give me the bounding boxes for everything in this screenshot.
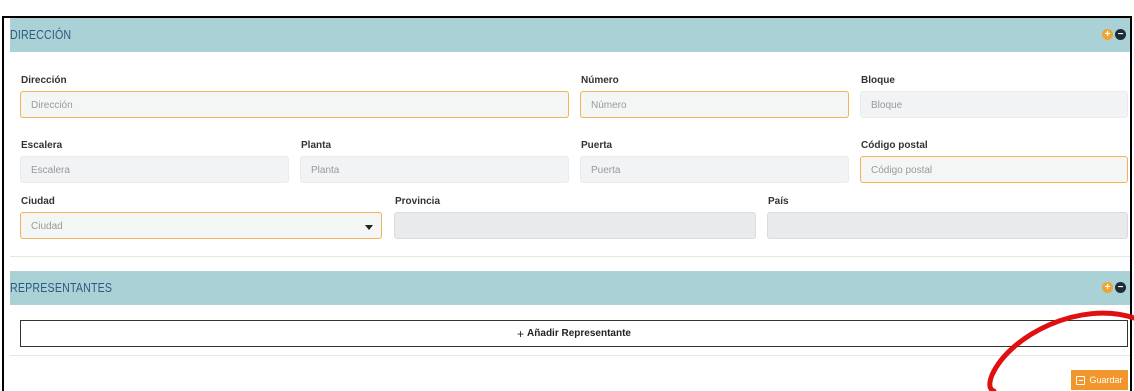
provincia-label: Provincia [395,196,441,207]
direccion-label: Dirección [21,75,67,86]
representantes-panel-controls: + − [1102,282,1126,293]
codigo-postal-input[interactable]: Código postal [860,156,1128,183]
ciudad-label: Ciudad [21,196,55,207]
collapse-icon[interactable]: − [1115,282,1126,293]
numero-input[interactable]: Número [580,91,849,118]
expand-icon[interactable]: + [1102,282,1113,293]
section-divider [10,256,1130,257]
escalera-label: Escalera [21,140,63,151]
representantes-panel-header: REPRESENTANTES + − [10,271,1130,305]
expand-icon[interactable]: + [1102,29,1113,40]
section-divider [10,355,1130,356]
escalera-input[interactable]: Escalera [20,156,289,183]
direccion-panel-controls: + − [1102,29,1126,40]
direccion-input[interactable]: Dirección [20,91,569,118]
provincia-input [394,212,756,239]
puerta-input[interactable]: Puerta [580,156,849,183]
bloque-input[interactable]: Bloque [860,91,1128,118]
bloque-label: Bloque [861,75,895,86]
direccion-panel-header: DIRECCIÓN + − [10,18,1130,52]
ciudad-select-value: Ciudad [31,221,63,232]
plus-icon: + [517,326,525,341]
save-button[interactable]: Guardar [1071,370,1128,390]
add-representante-label: Añadir Representante [527,328,631,339]
ciudad-select[interactable]: Ciudad [20,212,382,239]
add-representante-button[interactable]: + Añadir Representante [20,320,1128,347]
save-button-label: Guardar [1089,375,1123,385]
direccion-panel-title: DIRECCIÓN [10,27,72,42]
codigo-postal-label: Código postal [861,140,928,151]
numero-label: Número [581,75,619,86]
representantes-panel-title: REPRESENTANTES [10,280,113,295]
planta-input[interactable]: Planta [300,156,569,183]
puerta-label: Puerta [581,140,613,151]
collapse-icon[interactable]: − [1115,29,1126,40]
pais-label: País [768,196,789,207]
pais-input [767,212,1128,239]
save-icon [1076,375,1086,385]
caret-down-icon [365,225,373,230]
planta-label: Planta [301,140,332,151]
